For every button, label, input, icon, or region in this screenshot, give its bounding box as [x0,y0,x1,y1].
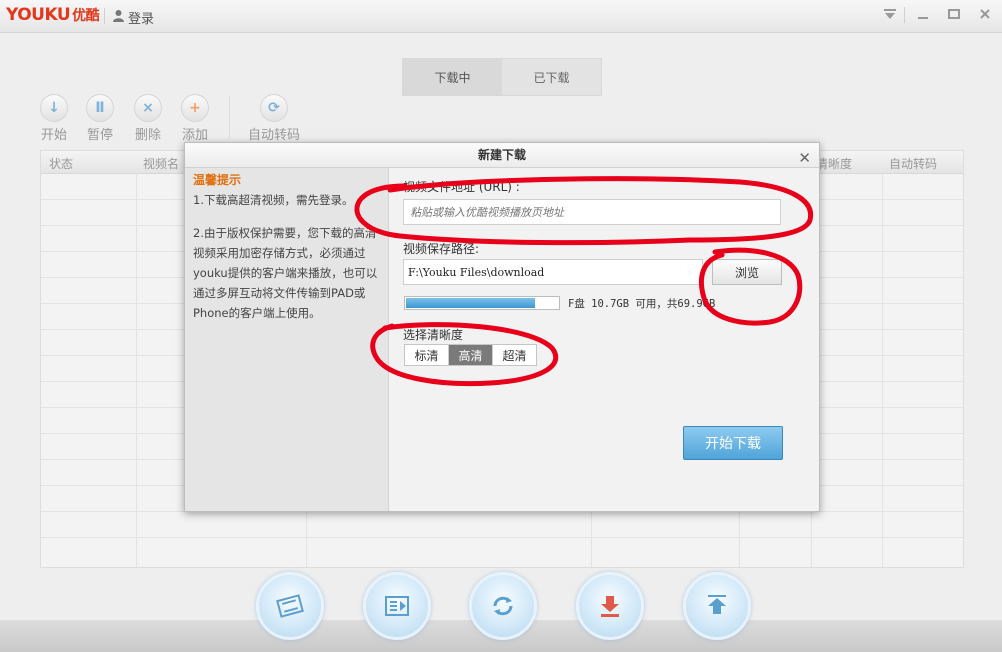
column-header-quality[interactable]: 清晰度 [816,155,852,172]
disk-usage-fill [406,298,535,308]
sync-icon[interactable] [469,572,537,640]
tip-item-1: 1.下载高超清视频，需先登录。 [193,193,354,207]
column-divider [882,173,883,567]
logo-text: YOUKU [6,5,71,25]
auto-convert-button[interactable]: ⟳ 自动转码 [244,94,304,143]
delete-icon: × [134,94,162,122]
convert-icon: ⟳ [260,94,288,122]
close-window-icon[interactable] [974,4,996,24]
add-button[interactable]: + 添加 [175,94,215,143]
quality-option-sd[interactable]: 标清 [405,345,449,365]
login-button[interactable]: 登录 [112,8,154,27]
start-label: 开始 [40,128,67,143]
url-label: 视频文件地址 (URL) : [403,180,520,194]
pause-button[interactable]: Ⅱ 暂停 [80,94,120,143]
delete-label: 删除 [134,128,161,143]
dialog-title-bar: 新建下载 ✕ [185,143,819,168]
add-label: 添加 [181,128,208,143]
quality-selector: 标清 高清 超清 [404,344,537,366]
download-icon[interactable] [576,572,644,640]
tab-downloaded[interactable]: 已下载 [502,59,601,95]
dialog-title: 新建下载 [477,148,526,162]
close-icon[interactable]: ✕ [798,146,811,170]
pause-label: 暂停 [86,128,113,143]
login-label: 登录 [128,12,155,27]
url-input[interactable] [403,199,781,225]
auto-convert-label: 自动转码 [247,128,300,143]
upload-icon[interactable] [683,572,751,640]
save-path-input[interactable] [403,259,703,285]
user-icon [112,9,125,26]
column-divider [136,173,137,567]
start-button[interactable]: ↓ 开始 [34,94,74,143]
playlist-icon[interactable] [363,572,431,640]
disk-usage-bar [404,296,560,310]
quality-option-hd[interactable]: 高清 [449,345,493,365]
plus-icon: + [181,94,209,122]
quality-label: 选择清晰度 [403,328,464,342]
title-bar: YOUKU 优酷 登录 [0,0,1002,33]
tip-item-2: 2.由于版权保护需要，您下载的高清视频采用加密存储方式，必须通过youku提供的… [193,226,378,320]
film-icon[interactable] [256,572,324,640]
start-download-button[interactable]: 开始下载 [683,426,783,460]
delete-button[interactable]: × 删除 [128,94,168,143]
title-separator [104,8,105,24]
maximize-icon[interactable] [943,4,965,24]
disk-usage-text: F盘 10.7GB 可用，共69.9GB [568,298,716,310]
menu-dropdown-icon[interactable] [879,4,901,24]
quality-option-super[interactable]: 超清 [493,345,536,365]
tips-title: 温馨提示 [193,173,242,187]
pause-icon: Ⅱ [86,94,114,122]
window-control-separator [904,7,905,23]
column-header-name[interactable]: 视频名 [143,155,179,172]
tab-downloading[interactable]: 下载中 [403,59,502,95]
youku-logo: YOUKU 优酷 [6,5,100,25]
download-arrow-icon: ↓ [40,94,68,122]
toolbar-separator [229,96,230,138]
save-path-label: 视频保存路径: [403,242,480,256]
column-header-status[interactable]: 状态 [49,155,73,172]
download-tabs: 下载中 已下载 [402,58,602,96]
logo-cn-text: 优酷 [72,8,100,24]
tips-panel: 温馨提示 1.下载高超清视频，需先登录。 2.由于版权保护需要，您下载的高清视频… [185,168,389,511]
browse-button[interactable]: 浏览 [712,259,782,285]
column-header-auto-convert[interactable]: 自动转码 [889,155,937,172]
minimize-icon[interactable] [912,4,934,24]
row-divider [41,537,963,538]
